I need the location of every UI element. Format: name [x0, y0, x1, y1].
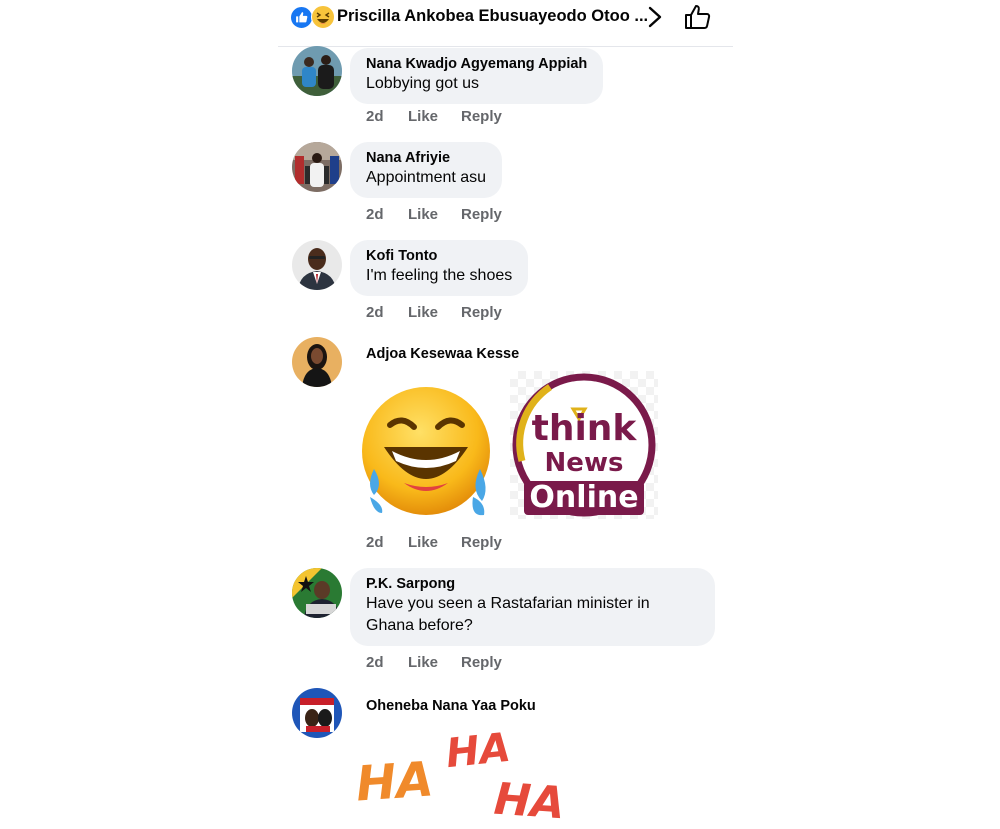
- comment-author[interactable]: Nana Kwadjo Agyemang Appiah: [366, 55, 587, 73]
- reply-button[interactable]: Reply: [461, 206, 521, 223]
- comment-actions: 2d Like Reply: [366, 304, 521, 321]
- comment-text-line: Ghana before?: [366, 617, 473, 634]
- comment-timestamp[interactable]: 2d: [366, 108, 408, 125]
- reply-button[interactable]: Reply: [461, 654, 521, 671]
- comment-timestamp[interactable]: 2d: [366, 534, 408, 551]
- post-author-title[interactable]: Priscilla Ankobea Ebusuayeodo Otoo ...: [337, 7, 648, 26]
- comment-actions: 2d Like Reply: [366, 108, 521, 125]
- chevron-right-icon[interactable]: [644, 5, 666, 29]
- sticker-word-news: News: [544, 448, 624, 478]
- like-button[interactable]: Like: [408, 304, 461, 321]
- sticker-word-ha: HA: [354, 751, 436, 813]
- comment-actions: 2d Like Reply: [366, 654, 521, 671]
- like-button[interactable]: Like: [408, 534, 461, 551]
- avatar[interactable]: [292, 568, 342, 618]
- comment-author[interactable]: Kofi Tonto: [366, 247, 512, 265]
- avatar[interactable]: [292, 337, 342, 387]
- comment-timestamp[interactable]: 2d: [366, 654, 408, 671]
- comment-bubble: Nana Kwadjo Agyemang Appiah Lobbying got…: [350, 48, 604, 104]
- like-button[interactable]: Like: [408, 654, 461, 671]
- sticker-word-think: think: [531, 408, 637, 449]
- comment-timestamp[interactable]: 2d: [366, 304, 408, 321]
- comment-text-line: Have you seen a Rastafarian minister in: [366, 595, 650, 612]
- comment-author[interactable]: Nana Afriyie: [366, 149, 486, 167]
- like-post-button[interactable]: [683, 3, 713, 31]
- comment-author[interactable]: P.K. Sarpong: [366, 575, 699, 593]
- reply-button[interactable]: Reply: [461, 304, 521, 321]
- like-button[interactable]: Like: [408, 108, 461, 125]
- haha-reaction-icon: [311, 5, 335, 29]
- laughing-emoji-sticker[interactable]: [360, 385, 495, 525]
- sticker-word-ha: HA: [492, 773, 567, 829]
- sticker-word-ha: HA: [443, 724, 513, 778]
- think-news-online-sticker[interactable]: think News Online: [510, 371, 658, 519]
- avatar[interactable]: [292, 240, 342, 290]
- comment-bubble: Nana Afriyie Appointment asu: [350, 142, 503, 198]
- comment-text: Lobbying got us: [366, 75, 479, 92]
- sticker-word-online: Online: [529, 480, 639, 515]
- comment-actions: 2d Like Reply: [366, 206, 521, 223]
- reply-button[interactable]: Reply: [461, 534, 521, 551]
- comments-screen: Priscilla Ankobea Ebusuayeodo Otoo ... N…: [278, 0, 733, 829]
- comment-bubble: P.K. Sarpong Have you seen a Rastafarian…: [350, 568, 715, 646]
- comment-timestamp[interactable]: 2d: [366, 206, 408, 223]
- post-header: Priscilla Ankobea Ebusuayeodo Otoo ...: [278, 0, 733, 47]
- like-reaction-icon: [290, 6, 313, 29]
- avatar[interactable]: [292, 688, 342, 738]
- comment-author[interactable]: Adjoa Kesewaa Kesse: [366, 345, 519, 363]
- avatar[interactable]: [292, 46, 342, 96]
- comment-bubble: Kofi Tonto I'm feeling the shoes: [350, 240, 529, 296]
- comment-author[interactable]: Oheneba Nana Yaa Poku: [366, 697, 536, 715]
- comment-text: I'm feeling the shoes: [366, 267, 513, 284]
- comment-text: Appointment asu: [366, 169, 487, 186]
- reply-button[interactable]: Reply: [461, 108, 521, 125]
- avatar[interactable]: [292, 142, 342, 192]
- like-button[interactable]: Like: [408, 206, 461, 223]
- haha-sticker[interactable]: HA HA HA: [354, 724, 566, 829]
- comment-actions: 2d Like Reply: [366, 534, 521, 551]
